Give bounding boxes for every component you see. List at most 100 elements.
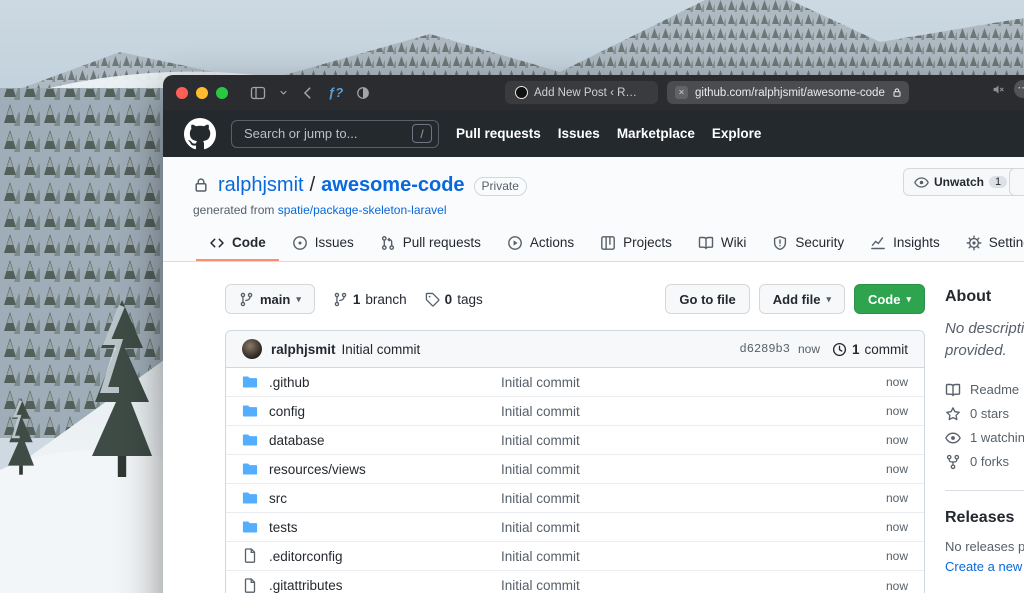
unwatch-label: Unwatch xyxy=(934,175,984,189)
file-commit-link[interactable]: Initial commit xyxy=(501,375,580,390)
tab-code[interactable]: Code xyxy=(196,226,279,261)
file-commit-link[interactable]: Initial commit xyxy=(501,491,580,506)
branch-count-label: branch xyxy=(365,292,406,307)
commit-author-link[interactable]: ralphjsmit xyxy=(271,342,336,357)
commit-history-link[interactable]: 1 commit xyxy=(832,342,908,357)
branches-link[interactable]: 1 branch xyxy=(333,292,407,307)
tab-settings[interactable]: Settings xyxy=(953,226,1024,261)
file-name-link[interactable]: .github xyxy=(269,375,310,390)
tag-count-label: tags xyxy=(457,292,483,307)
issue-icon xyxy=(292,235,308,251)
file-icon xyxy=(242,548,258,564)
code-button-label: Code xyxy=(868,292,901,307)
commit-sha-link[interactable]: d6289b3 xyxy=(740,342,790,356)
file-commit-link[interactable]: Initial commit xyxy=(501,462,580,477)
current-branch: main xyxy=(260,292,290,307)
star-button-partial[interactable] xyxy=(1009,168,1024,196)
file-row[interactable]: tests Initial commit now xyxy=(226,513,924,542)
file-commit-link[interactable]: Initial commit xyxy=(501,549,580,564)
code-download-button[interactable]: Code ▾ xyxy=(854,284,925,314)
insights-icon xyxy=(870,235,886,251)
browser-window: ƒ? Add New Post ‹ R… ✕ github.com/ralphj… xyxy=(163,75,1024,593)
go-to-file-button[interactable]: Go to file xyxy=(665,284,749,314)
file-name-link[interactable]: src xyxy=(269,491,287,506)
file-row[interactable]: database Initial commit now xyxy=(226,426,924,455)
userscript-extension-icon[interactable]: ƒ? xyxy=(328,85,343,100)
avatar[interactable] xyxy=(242,339,262,359)
commit-message-link[interactable]: Initial commit xyxy=(342,342,421,357)
stars-link[interactable]: 0 stars xyxy=(945,402,1024,426)
zoom-window-button[interactable] xyxy=(216,87,228,99)
folder-icon xyxy=(242,519,258,535)
file-name-link[interactable]: .gitattributes xyxy=(269,578,343,593)
file-commit-link[interactable]: Initial commit xyxy=(501,433,580,448)
file-row[interactable]: .editorconfig Initial commit now xyxy=(226,542,924,571)
tab-pull-requests[interactable]: Pull requests xyxy=(367,226,494,261)
nav-issues[interactable]: Issues xyxy=(558,126,600,141)
tab-label: Actions xyxy=(530,235,574,250)
file-commit-link[interactable]: Initial commit xyxy=(501,404,580,419)
add-file-button[interactable]: Add file ▾ xyxy=(759,284,845,314)
nav-marketplace[interactable]: Marketplace xyxy=(617,126,695,141)
watching-link[interactable]: 1 watching xyxy=(945,426,1024,450)
file-row[interactable]: resources/views Initial commit now xyxy=(226,455,924,484)
nav-pull-requests[interactable]: Pull requests xyxy=(456,126,541,141)
file-row[interactable]: .github Initial commit now xyxy=(226,368,924,397)
tags-link[interactable]: 0 tags xyxy=(425,292,483,307)
browser-tab-inactive[interactable]: Add New Post ‹ R… xyxy=(505,81,658,104)
file-row[interactable]: .gitattributes Initial commit now xyxy=(226,571,924,593)
tab-actions[interactable]: Actions xyxy=(494,226,587,261)
lock-icon xyxy=(193,177,209,193)
branch-icon xyxy=(333,292,348,307)
chevron-down-icon[interactable] xyxy=(279,88,288,97)
tab-security[interactable]: Security xyxy=(759,226,857,261)
back-icon[interactable] xyxy=(301,86,315,100)
stars-label: 0 stars xyxy=(970,406,1009,421)
file-name-link[interactable]: config xyxy=(269,404,305,419)
repo-owner-link[interactable]: ralphjsmit xyxy=(218,174,304,197)
tab-issues[interactable]: Issues xyxy=(279,226,367,261)
file-browser: ralphjsmit Initial commit d6289b3 now 1 … xyxy=(225,330,925,593)
add-file-label: Add file xyxy=(773,292,821,307)
search-input[interactable] xyxy=(242,125,412,142)
repo-separator: / xyxy=(310,174,316,197)
sidebar-toggle-icon[interactable] xyxy=(250,85,266,101)
tab-projects[interactable]: Projects xyxy=(587,226,685,261)
branch-select-button[interactable]: main ▾ xyxy=(225,284,315,314)
github-logo[interactable] xyxy=(184,118,216,150)
file-name-link[interactable]: tests xyxy=(269,520,298,535)
tab-wiki[interactable]: Wiki xyxy=(685,226,760,261)
tab-url: github.com/ralphjsmit/awesome-code xyxy=(695,87,885,99)
file-name-link[interactable]: database xyxy=(269,433,325,448)
file-age: now xyxy=(886,375,908,389)
file-age: now xyxy=(886,520,908,534)
about-title: About xyxy=(945,288,1024,306)
forks-label: 0 forks xyxy=(970,454,1009,469)
forks-link[interactable]: 0 forks xyxy=(945,450,1024,474)
close-tab-icon[interactable]: ✕ xyxy=(675,86,688,99)
template-repo-link[interactable]: spatie/package-skeleton-laravel xyxy=(278,203,447,217)
file-commit-link[interactable]: Initial commit xyxy=(501,520,580,535)
github-header: / Pull requests Issues Marketplace Explo… xyxy=(163,110,1024,157)
file-row[interactable]: src Initial commit now xyxy=(226,484,924,513)
file-row[interactable]: config Initial commit now xyxy=(226,397,924,426)
readme-link[interactable]: Readme xyxy=(945,378,1024,402)
repo-name-link[interactable]: awesome-code xyxy=(321,174,464,197)
actions-icon xyxy=(507,235,523,251)
commit-count: 1 xyxy=(852,342,860,357)
more-icon[interactable]: ⋯ xyxy=(1014,80,1024,98)
nav-explore[interactable]: Explore xyxy=(712,126,762,141)
close-window-button[interactable] xyxy=(176,87,188,99)
mute-icon[interactable] xyxy=(992,83,1005,96)
shield-extension-icon[interactable] xyxy=(356,86,370,100)
file-name-link[interactable]: .editorconfig xyxy=(269,549,343,564)
file-age: now xyxy=(886,462,908,476)
unwatch-button[interactable]: Unwatch 1 ▾ xyxy=(903,168,1024,196)
file-name-link[interactable]: resources/views xyxy=(269,462,366,477)
create-release-link[interactable]: Create a new release xyxy=(945,559,1024,574)
folder-icon xyxy=(242,490,258,506)
file-commit-link[interactable]: Initial commit xyxy=(501,578,580,593)
minimize-window-button[interactable] xyxy=(196,87,208,99)
tab-insights[interactable]: Insights xyxy=(857,226,953,261)
browser-tab-active[interactable]: ✕ github.com/ralphjsmit/awesome-code xyxy=(667,81,909,104)
